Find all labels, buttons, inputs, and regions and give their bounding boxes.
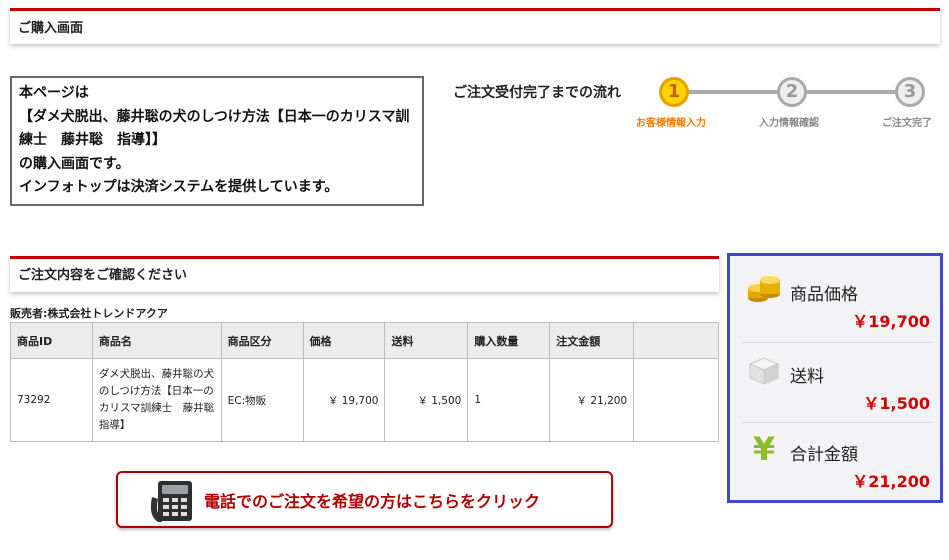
product-name-cell: ダメ犬脱出、藤井聡の犬のしつけ方法【日本一のカリスマ訓練士 藤井聡 指導】 bbox=[91, 358, 225, 442]
step-2-label: 入力情報確認 bbox=[759, 118, 819, 129]
product-id-cell: 73292 bbox=[10, 358, 93, 442]
product-category-cell: EC:物販 bbox=[220, 358, 304, 442]
summary-total-value: ￥21,200 bbox=[852, 472, 930, 491]
step-connector bbox=[806, 90, 896, 94]
quantity-cell: 1 bbox=[467, 358, 551, 442]
empty-cell bbox=[633, 358, 719, 442]
intro-box: 本ページは 【ダメ犬脱出、藤井聡の犬のしつけ方法【日本一のカリスマ訓練士 藤井聡… bbox=[10, 76, 424, 206]
shipping-cell: ￥ 1,500 bbox=[384, 358, 469, 442]
step-2-circle: 2 bbox=[777, 77, 807, 107]
column-header-empty bbox=[633, 322, 719, 359]
svg-text:¥: ¥ bbox=[753, 430, 775, 466]
summary-shipping-value: ￥1,500 bbox=[863, 394, 930, 413]
step-connector bbox=[688, 90, 778, 94]
page-header: ご購入画面 bbox=[10, 8, 940, 44]
summary-total: ¥ 合計金額 ￥21,200 bbox=[730, 420, 940, 500]
step-3-circle: 3 bbox=[895, 77, 925, 107]
price-cell: ￥ 19,700 bbox=[302, 358, 386, 442]
telephone-icon bbox=[150, 481, 192, 522]
yen-icon: ¥ bbox=[753, 430, 775, 466]
order-total-cell: ￥ 21,200 bbox=[549, 358, 635, 442]
summary-price-label: 商品価格 bbox=[790, 285, 858, 305]
intro-line-4: インフォトップは決済システムを提供しています。 bbox=[19, 179, 339, 195]
summary-shipping-label: 送料 bbox=[790, 367, 824, 387]
column-header: 送料 bbox=[384, 322, 469, 359]
summary-price: 商品価格 ￥19,700 bbox=[730, 260, 940, 340]
step-1-label: お客様情報入力 bbox=[636, 118, 706, 129]
table-header-row: 商品ID 商品名 商品区分 価格 送料 購入数量 注文金額 bbox=[10, 322, 719, 359]
phone-order-label: 電話でのご注文を希望の方はこちらをクリック bbox=[204, 492, 541, 511]
flow-title: ご注文受付完了までの流れ bbox=[453, 85, 621, 101]
column-header: 注文金額 bbox=[549, 322, 635, 359]
table-row: 73292 ダメ犬脱出、藤井聡の犬のしつけ方法【日本一のカリスマ訓練士 藤井聡 … bbox=[10, 358, 719, 442]
page-title: ご購入画面 bbox=[18, 21, 84, 36]
phone-order-button[interactable]: 電話でのご注文を希望の方はこちらをクリック bbox=[116, 471, 613, 528]
seller-name: 販売者:株式会社トレンドアクア bbox=[10, 307, 168, 320]
coin-stack-icon bbox=[748, 276, 780, 302]
column-header: 商品区分 bbox=[220, 322, 304, 359]
summary-price-value: ￥19,700 bbox=[852, 312, 930, 331]
price-summary-panel: 商品価格 ￥19,700 送料 ￥1,500 ¥ 合計金額 ￥21,200 bbox=[727, 253, 943, 503]
box-icon bbox=[748, 357, 780, 385]
intro-line-1: 本ページは bbox=[19, 85, 89, 101]
column-header: 商品名 bbox=[91, 322, 222, 359]
order-section-header: ご注文内容をご確認ください bbox=[10, 256, 719, 292]
order-table: 商品ID 商品名 商品区分 価格 送料 購入数量 注文金額 73292 ダメ犬脱… bbox=[10, 322, 719, 442]
intro-line-3: の購入画面です。 bbox=[19, 155, 130, 172]
summary-shipping: 送料 ￥1,500 bbox=[730, 342, 940, 422]
step-1-circle: 1 bbox=[659, 77, 689, 107]
intro-line-2: 【ダメ犬脱出、藤井聡の犬のしつけ方法【日本一のカリスマ訓練士 藤井聡 指導】】 bbox=[19, 108, 410, 149]
step-3-label: ご注文完了 bbox=[882, 118, 932, 129]
column-header: 購入数量 bbox=[467, 322, 551, 359]
summary-total-label: 合計金額 bbox=[790, 445, 858, 465]
column-header: 価格 bbox=[302, 322, 386, 359]
order-section-title: ご注文内容をご確認ください bbox=[18, 268, 188, 283]
column-header: 商品ID bbox=[10, 322, 93, 359]
